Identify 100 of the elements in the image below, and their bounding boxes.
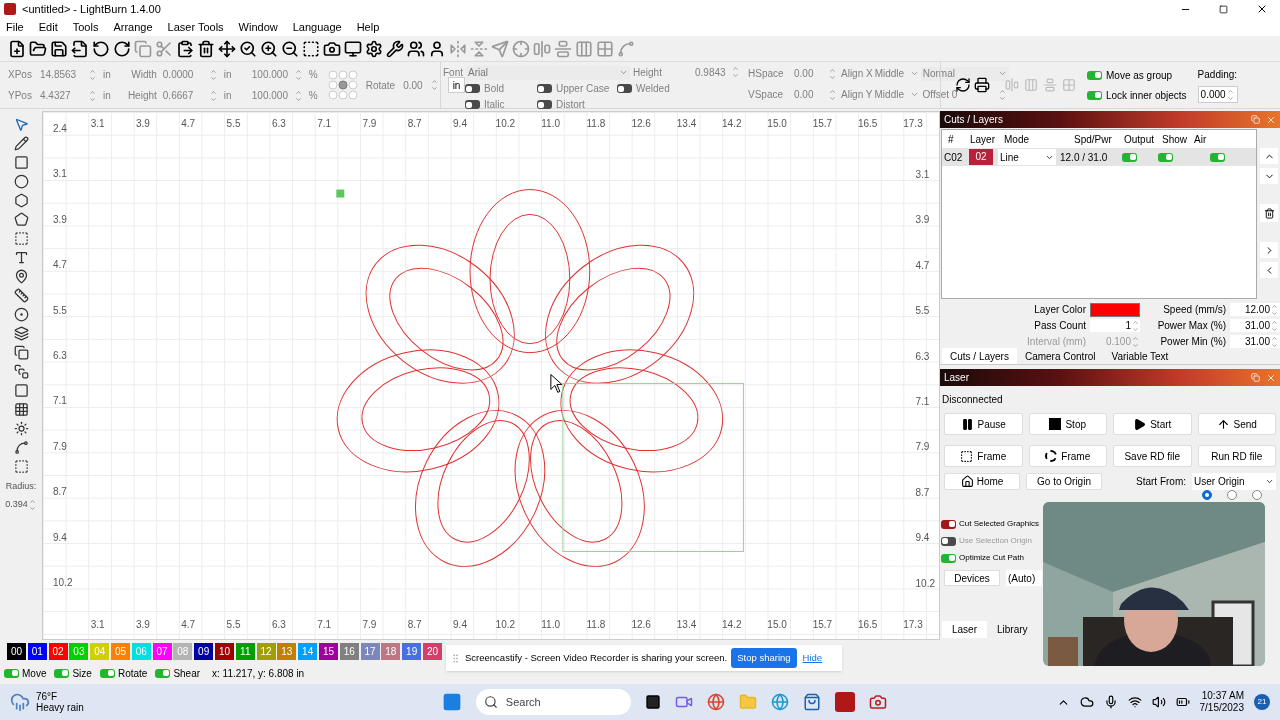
flip-vertical-icon[interactable] bbox=[470, 39, 488, 58]
curve-icon[interactable] bbox=[13, 440, 29, 455]
toggle-switch[interactable] bbox=[155, 668, 171, 678]
speaker-icon[interactable] bbox=[1151, 695, 1166, 709]
toggle-switch[interactable] bbox=[1158, 152, 1173, 162]
layers-icon[interactable] bbox=[13, 326, 29, 341]
toggle-switch[interactable] bbox=[941, 553, 956, 563]
group-icon[interactable] bbox=[407, 39, 425, 58]
previous-button[interactable] bbox=[1260, 262, 1278, 278]
paste-icon[interactable] bbox=[176, 39, 194, 58]
menu-item[interactable]: Window bbox=[238, 18, 278, 36]
refresh-icon[interactable] bbox=[955, 77, 971, 93]
float-icon[interactable] bbox=[1251, 372, 1260, 382]
wrench-icon[interactable] bbox=[386, 39, 404, 58]
duplicate-icon[interactable] bbox=[13, 345, 29, 360]
color-swatch[interactable]: 15 bbox=[318, 642, 338, 660]
padding-field[interactable]: 0.000 bbox=[1197, 86, 1238, 103]
device-dropdown[interactable]: (Auto) bbox=[1006, 570, 1042, 586]
power-max-field[interactable]: 31.00 bbox=[1230, 319, 1280, 332]
offset-field[interactable]: Offset 0 bbox=[920, 87, 1009, 102]
new-file-icon[interactable] bbox=[8, 39, 26, 58]
spinner-icon[interactable] bbox=[1131, 334, 1140, 349]
spinner-icon[interactable] bbox=[293, 67, 303, 82]
menu-item[interactable]: Language bbox=[292, 18, 342, 36]
toggle-switch[interactable] bbox=[1087, 70, 1102, 80]
align-horizontal-icon[interactable] bbox=[533, 39, 551, 58]
grid-icon[interactable] bbox=[13, 402, 29, 417]
user-icon[interactable] bbox=[428, 39, 446, 58]
ruler-icon[interactable] bbox=[13, 288, 29, 303]
stack-icon[interactable] bbox=[13, 364, 29, 379]
select-arrow-icon[interactable] bbox=[13, 117, 29, 132]
settings-icon[interactable] bbox=[365, 39, 383, 58]
monitor-icon[interactable] bbox=[344, 39, 362, 58]
radio-button[interactable] bbox=[1252, 490, 1262, 500]
hspace-field[interactable]: 0.00 bbox=[790, 66, 826, 81]
trash-icon[interactable] bbox=[197, 39, 215, 58]
spinner-icon[interactable] bbox=[731, 65, 740, 79]
redo-icon[interactable] bbox=[113, 39, 131, 58]
browser-icon[interactable] bbox=[706, 693, 725, 711]
toggle-switch[interactable] bbox=[54, 668, 70, 678]
laser-button[interactable]: Save RD file bbox=[1113, 445, 1192, 467]
scale-field[interactable]: 100.000 bbox=[247, 88, 292, 103]
rotate-field[interactable]: 0.00 bbox=[399, 77, 427, 93]
align-dropdown[interactable]: Middle bbox=[874, 66, 919, 81]
toggle-switch[interactable] bbox=[537, 100, 552, 109]
crosshair-icon[interactable] bbox=[512, 39, 530, 58]
menu-item[interactable]: Help bbox=[356, 18, 380, 36]
pencil-icon[interactable] bbox=[13, 136, 29, 151]
anchor-grid-icon[interactable] bbox=[327, 70, 358, 100]
close-icon[interactable] bbox=[1256, 3, 1268, 15]
speed-field[interactable]: 12.00 bbox=[1230, 303, 1280, 316]
color-swatch[interactable]: 09 bbox=[194, 642, 214, 660]
grip-icon[interactable] bbox=[450, 652, 461, 664]
radius-field[interactable]: 0.394 bbox=[5, 497, 37, 512]
mode-dropdown[interactable]: Line bbox=[998, 149, 1056, 165]
position-field[interactable]: 14.8563 bbox=[36, 67, 86, 82]
toggle-switch[interactable] bbox=[617, 84, 632, 93]
spinner-icon[interactable] bbox=[1270, 318, 1279, 333]
radio-button[interactable] bbox=[1202, 490, 1212, 500]
save-icon[interactable] bbox=[50, 39, 68, 58]
maximize-icon[interactable] bbox=[1219, 4, 1228, 14]
layer-row[interactable]: C02 02 Line 12.0 / 31.0 bbox=[942, 148, 1256, 166]
start-from-dropdown[interactable]: User Origin bbox=[1192, 473, 1276, 490]
hexagon-icon[interactable] bbox=[13, 193, 29, 208]
color-swatch[interactable]: 10 bbox=[214, 642, 234, 660]
laser-button[interactable]: Start bbox=[1113, 413, 1192, 435]
store-icon[interactable] bbox=[802, 693, 821, 711]
ring-icon[interactable] bbox=[13, 307, 29, 322]
spinner-icon[interactable] bbox=[208, 67, 218, 82]
browser-icon[interactable] bbox=[770, 693, 789, 711]
power-min-field[interactable]: 31.00 bbox=[1230, 335, 1280, 348]
toggle-switch[interactable] bbox=[1210, 152, 1225, 162]
pentagon-icon[interactable] bbox=[13, 212, 29, 227]
size-field[interactable]: 0.6667 bbox=[158, 88, 207, 103]
toggle-switch[interactable] bbox=[941, 519, 956, 529]
size-field[interactable]: 0.0000 bbox=[158, 67, 207, 82]
spinner-icon[interactable] bbox=[1270, 302, 1279, 317]
panel-tab[interactable]: Cuts / Layers bbox=[942, 348, 1017, 364]
spinner-icon[interactable] bbox=[1270, 334, 1279, 349]
spinner-icon[interactable] bbox=[430, 78, 438, 92]
laser-button[interactable]: Stop bbox=[1028, 413, 1107, 435]
hide-link[interactable]: Hide bbox=[802, 650, 823, 666]
toggle-switch[interactable] bbox=[1087, 90, 1102, 100]
notification-badge[interactable]: 21 bbox=[1254, 694, 1270, 710]
laser-button[interactable]: Frame bbox=[1028, 445, 1107, 467]
spinner-icon[interactable] bbox=[1225, 87, 1235, 102]
move-up-button[interactable] bbox=[1260, 148, 1278, 164]
align-vertical-icon[interactable] bbox=[554, 39, 572, 58]
spinner-icon[interactable] bbox=[1131, 318, 1140, 333]
font-dropdown[interactable]: Arial bbox=[466, 65, 630, 80]
menu-item[interactable]: Edit bbox=[38, 18, 58, 36]
pin-icon[interactable] bbox=[13, 269, 29, 284]
rectangle-icon[interactable] bbox=[13, 155, 29, 170]
laser-button[interactable]: Pause bbox=[944, 413, 1023, 435]
toggle-switch[interactable] bbox=[465, 100, 480, 109]
printer-icon[interactable] bbox=[974, 77, 990, 93]
laser-button[interactable]: Go to Origin bbox=[1026, 473, 1102, 490]
square-icon[interactable] bbox=[13, 383, 29, 398]
height-field[interactable]: 0.9843 bbox=[691, 64, 729, 80]
position-field[interactable]: 4.4327 bbox=[36, 88, 86, 103]
